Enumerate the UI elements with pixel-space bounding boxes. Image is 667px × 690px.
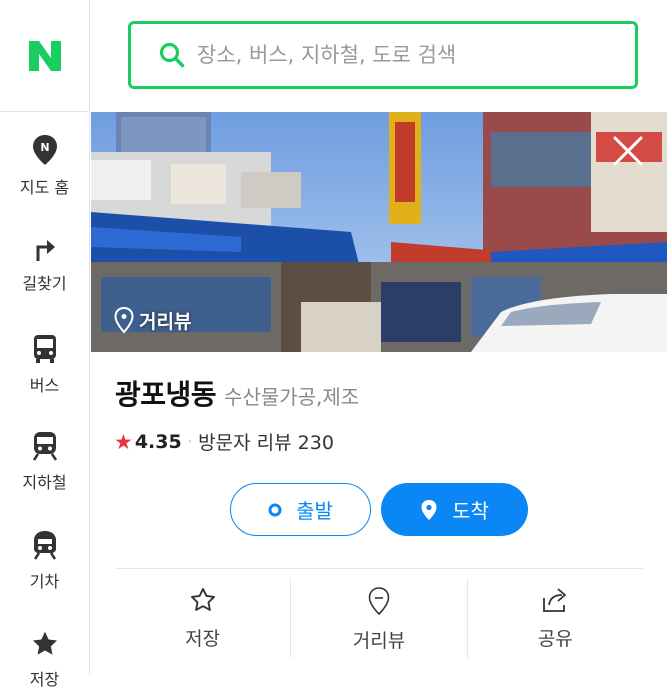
- sidebar-item-label: 길찾기: [22, 274, 67, 293]
- train-icon: [33, 531, 56, 560]
- visitor-reviews-link[interactable]: 방문자 리뷰 230: [198, 428, 334, 455]
- reviews-label: 방문자 리뷰: [198, 432, 292, 454]
- arrive-button[interactable]: 도착: [381, 483, 528, 536]
- map-pin-icon: N: [32, 135, 57, 165]
- sidebar-item-label: 버스: [29, 376, 60, 395]
- streetview-photo[interactable]: 거리뷰: [91, 112, 667, 352]
- reviews-count: 230: [297, 432, 334, 454]
- sidebar: N 지도 홈 길찾기 버스 지하철 기차 저장: [0, 0, 90, 689]
- bus-icon: [33, 335, 56, 363]
- rating-row: ★ 4.35 · 방문자 리뷰 230: [114, 428, 334, 455]
- sidebar-item-label: 저장: [29, 670, 60, 689]
- search-input[interactable]: [197, 43, 597, 67]
- sidebar-item-label: 기차: [29, 572, 60, 591]
- pin-outline-icon: [368, 587, 390, 616]
- sidebar-item-map-home[interactable]: N 지도 홈: [0, 134, 89, 198]
- share-action-button[interactable]: 공유: [466, 578, 643, 658]
- naver-logo[interactable]: [0, 0, 89, 112]
- sidebar-item-label: 지도 홈: [19, 178, 70, 197]
- streetview-badge-label: 거리뷰: [139, 310, 192, 333]
- naver-logo-icon: [28, 40, 61, 71]
- arrive-button-label: 도착: [452, 499, 489, 523]
- separator-dot: ·: [187, 433, 193, 450]
- close-icon[interactable]: [611, 134, 645, 168]
- share-icon: [543, 588, 567, 612]
- svg-text:N: N: [40, 141, 49, 154]
- share-action-label: 공유: [537, 628, 573, 650]
- divider: [115, 568, 643, 569]
- directions-icon: [36, 240, 55, 261]
- place-title-row: 광포냉동 수산물가공,제조: [115, 373, 359, 413]
- sidebar-item-subway[interactable]: 지하철: [0, 431, 89, 493]
- origin-dot-icon: [268, 503, 282, 516]
- star-icon: [32, 631, 57, 655]
- search-bar[interactable]: [128, 21, 638, 89]
- place-category: 수산물가공,제조: [224, 385, 360, 409]
- star-outline-icon: [190, 587, 215, 611]
- subway-icon: [32, 432, 57, 461]
- start-button[interactable]: 출발: [230, 483, 371, 536]
- sidebar-item-directions[interactable]: 길찾기: [0, 236, 89, 294]
- rating-value: 4.35: [134, 430, 182, 453]
- sidebar-item-label: 지하철: [22, 473, 67, 492]
- save-action-button[interactable]: 저장: [115, 578, 290, 658]
- sidebar-item-bus[interactable]: 버스: [0, 334, 89, 396]
- streetview-action-button[interactable]: 거리뷰: [290, 578, 466, 658]
- place-name[interactable]: 광포냉동: [115, 373, 217, 413]
- pin-outline-icon: [114, 306, 134, 334]
- sidebar-item-saved[interactable]: 저장: [0, 630, 89, 690]
- destination-pin-icon: [421, 499, 437, 520]
- sidebar-item-train[interactable]: 기차: [0, 530, 89, 592]
- place-actions: 저장 거리뷰 공유: [115, 578, 643, 658]
- streetview-action-label: 거리뷰: [352, 630, 406, 652]
- rating-star-icon: ★: [114, 429, 133, 454]
- start-button-label: 출발: [296, 499, 333, 523]
- save-action-label: 저장: [185, 628, 221, 650]
- search-icon: [159, 42, 185, 68]
- streetview-badge[interactable]: 거리뷰: [113, 306, 191, 334]
